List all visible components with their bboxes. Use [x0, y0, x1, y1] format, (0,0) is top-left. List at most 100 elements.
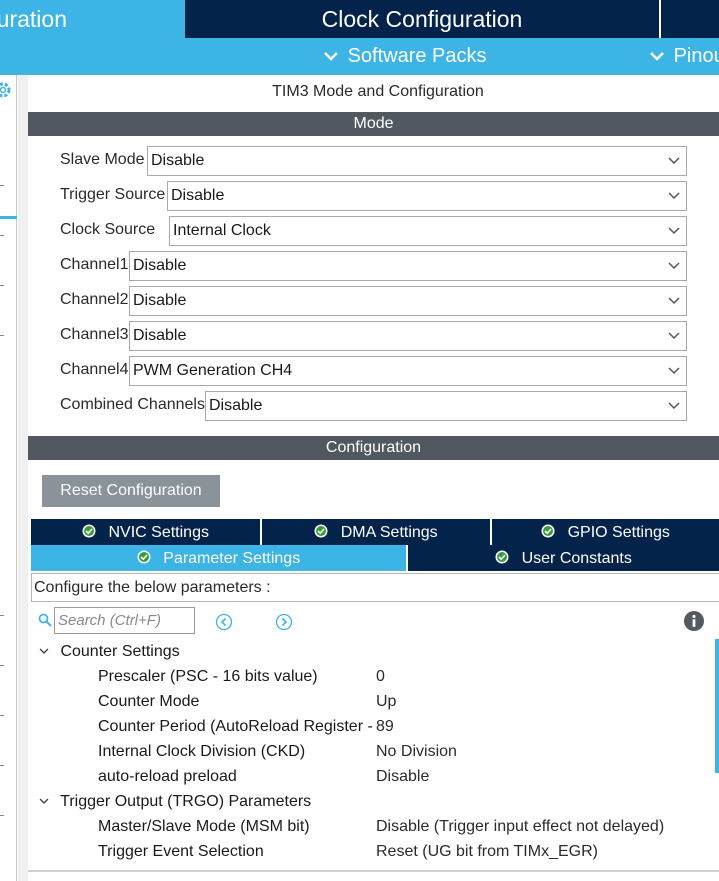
group-title: Counter Settings: [60, 643, 180, 660]
tab-next[interactable]: [659, 0, 719, 38]
search-icon: [38, 613, 52, 627]
left-sidebar: [0, 75, 17, 881]
select-value: Disable: [133, 327, 187, 344]
chevron-down-icon: [668, 367, 680, 375]
panel-bottom-border: [28, 870, 719, 872]
chevron-down-icon: [668, 192, 680, 200]
nav-prev-icon[interactable]: [215, 613, 233, 631]
clock-source-select[interactable]: Internal Clock: [169, 216, 687, 246]
mode-label: Channel1: [60, 256, 129, 273]
trigger-output-group[interactable]: Trigger Output (TRGO) Parameters: [36, 793, 311, 811]
mode-label: Channel4: [60, 361, 129, 378]
sidebar-tick: [0, 235, 4, 236]
chevron-down-icon: [668, 262, 680, 270]
pinout-label: Pinout: [673, 45, 719, 67]
chevron-down-icon: [668, 157, 680, 165]
param-name: Trigger Event Selection: [98, 843, 264, 860]
chevron-down-icon: [324, 52, 338, 61]
tim3-panel: TIM3 Mode and Configuration Mode Slave M…: [28, 75, 719, 881]
channel4-select[interactable]: PWM Generation CH4: [129, 356, 687, 386]
search-input[interactable]: Search (Ctrl+F): [54, 607, 195, 634]
tab-nvic-settings[interactable]: NVIC Settings: [31, 519, 260, 545]
sidebar-tick: [0, 335, 4, 336]
sidebar-selection-indicator: [0, 216, 17, 219]
slave-mode-select[interactable]: Disable: [147, 146, 687, 176]
tab-label: User Constants: [521, 550, 632, 567]
param-name: Prescaler (PSC - 16 bits value): [98, 668, 318, 685]
panel-title: TIM3 Mode and Configuration: [272, 83, 484, 100]
channel2-select[interactable]: Disable: [129, 286, 687, 316]
tab-label: Parameter Settings: [163, 550, 301, 567]
channel1-select[interactable]: Disable: [129, 251, 687, 281]
chevron-down-icon: [668, 332, 680, 340]
check-circle-icon: [82, 524, 96, 538]
param-value[interactable]: Up: [376, 693, 396, 711]
tab-clock-configuration[interactable]: Clock Configuration: [187, 0, 657, 38]
select-value: Disable: [151, 152, 205, 169]
info-icon[interactable]: [684, 611, 704, 631]
param-name: Master/Slave Mode (MSM bit): [98, 818, 310, 835]
software-packs-label: Software Packs: [347, 45, 487, 67]
param-name: Counter Mode: [98, 693, 200, 710]
chevron-down-icon: [668, 402, 680, 410]
param-value[interactable]: Disable (Trigger input effect not delaye…: [376, 818, 664, 836]
splitter[interactable]: [18, 75, 28, 881]
tab-label: DMA Settings: [340, 524, 438, 541]
combined-channels-select[interactable]: Disable: [205, 391, 687, 421]
mode-label: Clock Source: [60, 221, 156, 238]
param-name: Internal Clock Division (CKD): [98, 743, 306, 760]
select-value: PWM Generation CH4: [133, 362, 293, 379]
tab-label: NVIC Settings: [108, 524, 209, 541]
check-circle-icon: [137, 550, 151, 564]
tab-dma-settings[interactable]: DMA Settings: [262, 519, 490, 545]
channel3-select[interactable]: Disable: [129, 321, 687, 351]
chevron-down-icon: [668, 297, 680, 305]
search-placeholder: Search (Ctrl+F): [58, 612, 161, 629]
sidebar-tick: [0, 665, 4, 666]
check-circle-icon: [541, 524, 555, 538]
select-value: Disable: [209, 397, 263, 414]
mode-label: Channel3: [60, 326, 129, 343]
param-value[interactable]: No Division: [376, 743, 457, 761]
param-value[interactable]: Disable: [376, 768, 429, 786]
tab-pinout-configuration[interactable]: Pinout & Configuration: [0, 0, 185, 38]
param-value[interactable]: Reset (UG bit from TIMx_EGR): [376, 843, 598, 861]
mode-label: Combined Channels: [60, 396, 205, 413]
chevron-down-icon: [650, 52, 664, 61]
trigger-source-select[interactable]: Disable: [167, 181, 687, 211]
select-value: Disable: [171, 187, 225, 204]
chevron-down-icon: [668, 227, 680, 235]
scrollbar-thumb[interactable]: [715, 639, 719, 773]
sidebar-tick: [0, 715, 4, 716]
param-value[interactable]: 0: [376, 668, 385, 686]
sidebar-tick: [0, 285, 4, 286]
check-circle-icon: [495, 550, 509, 564]
chevron-down-icon: [39, 648, 49, 654]
pinout-menu[interactable]: Pinout: [648, 38, 719, 75]
param-name: auto-reload preload: [98, 768, 237, 785]
configuration-section-header: Configuration: [28, 436, 719, 460]
param-name: Counter Period (AutoReload Register - 16…: [98, 718, 376, 735]
tab-gpio-settings[interactable]: GPIO Settings: [492, 519, 719, 545]
chevron-down-icon: [39, 798, 49, 804]
tab-parameter-settings[interactable]: Parameter Settings: [31, 545, 406, 571]
sub-menu-bar: Software Packs Pinout: [0, 38, 719, 75]
tab-user-constants[interactable]: User Constants: [408, 545, 719, 571]
tab-clock-label: Clock Configuration: [321, 6, 523, 32]
sidebar-tick: [0, 185, 4, 186]
select-value: Disable: [133, 257, 187, 274]
select-value: Internal Clock: [173, 222, 271, 239]
reset-configuration-button[interactable]: Reset Configuration: [42, 475, 220, 507]
software-packs-menu[interactable]: Software Packs: [322, 38, 487, 75]
tab-pinout-label: Pinout & Configuration: [0, 6, 67, 32]
tab-label: GPIO Settings: [567, 524, 670, 541]
mode-section-header: Mode: [28, 112, 719, 136]
sidebar-tick: [0, 815, 4, 816]
mode-label: Slave Mode: [60, 151, 145, 168]
gear-icon[interactable]: [0, 81, 12, 99]
mode-label: Channel2: [60, 291, 129, 308]
group-title: Trigger Output (TRGO) Parameters: [60, 793, 312, 810]
nav-next-icon[interactable]: [275, 613, 293, 631]
counter-settings-group[interactable]: Counter Settings: [36, 643, 180, 661]
param-value[interactable]: 89: [376, 718, 394, 736]
